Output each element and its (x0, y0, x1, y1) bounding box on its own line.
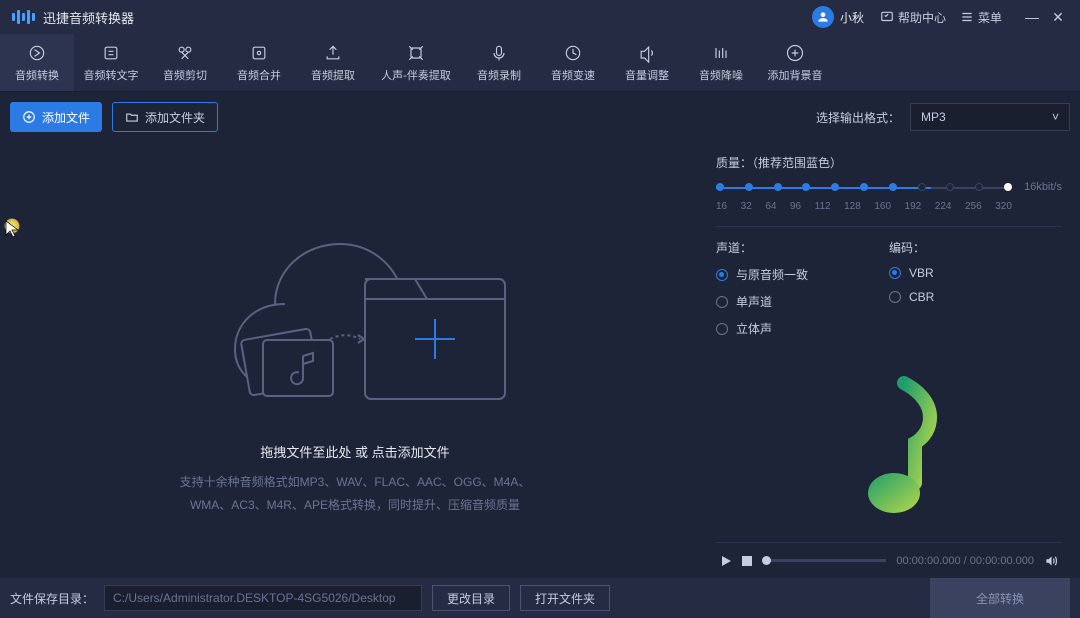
tool-icon (711, 43, 731, 63)
radio-icon (889, 267, 901, 279)
minimize-button[interactable]: — (1022, 9, 1042, 25)
encoding-group: 编码： VBR CBR (889, 239, 1062, 347)
tool-label: 音频剪切 (163, 67, 207, 83)
radio-icon (716, 323, 728, 335)
tool-2[interactable]: 音频剪切 (148, 34, 222, 91)
tool-icon (249, 43, 269, 63)
menu-label: 菜单 (978, 9, 1002, 26)
main-toolbar: 音频转换 音频转文字 音频剪切 音频合并 音频提取 人声-伴奏提取 音频录制 音频变速 音量调整… (0, 34, 1080, 92)
tool-8[interactable]: 音量调整 (610, 34, 684, 91)
output-dir-label: 文件保存目录： (10, 590, 94, 607)
close-button[interactable]: ✕ (1048, 9, 1068, 26)
add-file-button[interactable]: 添加文件 (10, 102, 102, 132)
radio-icon (716, 296, 728, 308)
tool-icon (637, 43, 657, 63)
tool-label: 音频提取 (311, 67, 355, 83)
tool-9[interactable]: 音频降噪 (684, 34, 758, 91)
user-avatar[interactable] (812, 6, 834, 28)
app-title: 迅捷音频转换器 (43, 8, 134, 27)
tool-4[interactable]: 音频提取 (296, 34, 370, 91)
drop-formats: 支持十余种音频格式如MP3、WAV、FLAC、AAC、OGG、M4A、 WMA、… (180, 471, 531, 517)
sub-toolbar: 添加文件 添加文件夹 选择输出格式： MP3 ˅ (0, 92, 1080, 142)
quality-slider[interactable]: 16kbit/s (716, 179, 1062, 197)
encoding-option-0[interactable]: VBR (889, 266, 1062, 280)
tool-icon (563, 43, 583, 63)
radio-icon (889, 291, 901, 303)
radio-label: CBR (909, 290, 934, 304)
menu-button[interactable]: 菜单 (960, 9, 1002, 26)
tool-label: 添加背景音 (768, 67, 823, 83)
output-format-select[interactable]: MP3 ˅ (910, 103, 1070, 131)
tool-label: 音频录制 (477, 67, 521, 83)
tool-icon (489, 43, 509, 63)
quality-label: 质量：（推荐范围蓝色） (716, 154, 1062, 171)
play-button[interactable] (720, 555, 732, 567)
settings-panel: 质量：（推荐范围蓝色） 16kbit/s 1632649611212816019… (710, 142, 1080, 578)
tool-label: 音量调整 (625, 67, 669, 83)
help-center-button[interactable]: 帮助中心 (880, 9, 946, 26)
tool-icon (323, 43, 343, 63)
tool-0[interactable]: 音频转换 (0, 34, 74, 91)
open-folder-button[interactable]: 打开文件夹 (520, 585, 610, 611)
audio-preview (716, 353, 1062, 542)
encoding-title: 编码： (889, 239, 1062, 256)
title-bar: 迅捷音频转换器 小秋 帮助中心 菜单 — ✕ (0, 0, 1080, 34)
tool-icon (101, 43, 121, 63)
help-label: 帮助中心 (898, 9, 946, 26)
radio-icon (716, 269, 728, 281)
volume-button[interactable] (1044, 554, 1058, 568)
progress-bar[interactable] (762, 559, 886, 562)
drop-zone[interactable]: 拖拽文件至此处 或 点击添加文件 支持十余种音频格式如MP3、WAV、FLAC、… (0, 142, 710, 578)
time-display: 00:00:00.000 / 00:00:00.000 (896, 555, 1034, 567)
channel-option-2[interactable]: 立体声 (716, 320, 889, 337)
tool-label: 音频转换 (15, 67, 59, 83)
encoding-option-1[interactable]: CBR (889, 290, 1062, 304)
quality-ticks: 16326496112128160192224256320 (716, 201, 1062, 212)
chevron-down-icon: ˅ (1052, 110, 1059, 124)
channel-option-0[interactable]: 与原音频一致 (716, 266, 889, 283)
tool-6[interactable]: 音频录制 (462, 34, 536, 91)
tool-icon (785, 43, 805, 63)
tool-5[interactable]: 人声-伴奏提取 (370, 34, 462, 91)
tool-icon (27, 43, 47, 63)
tool-icon (406, 43, 426, 63)
tool-icon (175, 43, 195, 63)
channel-title: 声道： (716, 239, 889, 256)
output-format-value: MP3 (921, 110, 946, 124)
app-logo-icon (12, 10, 35, 24)
radio-label: 立体声 (736, 320, 772, 337)
stop-button[interactable] (742, 556, 752, 566)
tool-label: 人声-伴奏提取 (381, 67, 451, 83)
drop-instruction: 拖拽文件至此处 或 点击添加文件 (260, 442, 449, 461)
main-area: 拖拽文件至此处 或 点击添加文件 支持十余种音频格式如MP3、WAV、FLAC、… (0, 142, 1080, 578)
add-folder-label: 添加文件夹 (145, 109, 205, 126)
radio-label: VBR (909, 266, 934, 280)
output-dir-input[interactable]: C:/Users/Administrator.DESKTOP-4SG5026/D… (104, 585, 422, 611)
channel-group: 声道： 与原音频一致单声道立体声 (716, 239, 889, 347)
tool-10[interactable]: 添加背景音 (758, 34, 832, 91)
tool-label: 音频转文字 (84, 67, 139, 83)
change-dir-button[interactable]: 更改目录 (432, 585, 510, 611)
username[interactable]: 小秋 (840, 9, 864, 26)
tool-1[interactable]: 音频转文字 (74, 34, 148, 91)
tool-label: 音频变速 (551, 67, 595, 83)
channel-option-1[interactable]: 单声道 (716, 293, 889, 310)
add-file-label: 添加文件 (42, 109, 90, 126)
music-note-icon (829, 373, 949, 523)
quality-unit: 16kbit/s (1024, 181, 1062, 193)
tool-label: 音频合并 (237, 67, 281, 83)
radio-label: 单声道 (736, 293, 772, 310)
tool-3[interactable]: 音频合并 (222, 34, 296, 91)
footer-bar: 文件保存目录： C:/Users/Administrator.DESKTOP-4… (0, 578, 1080, 618)
drop-illustration (175, 204, 535, 424)
add-folder-button[interactable]: 添加文件夹 (112, 102, 218, 132)
tool-7[interactable]: 音频变速 (536, 34, 610, 91)
radio-label: 与原音频一致 (736, 266, 808, 283)
output-format-label: 选择输出格式： (816, 109, 900, 126)
tool-label: 音频降噪 (699, 67, 743, 83)
audio-player: 00:00:00.000 / 00:00:00.000 (716, 542, 1062, 578)
convert-all-button[interactable]: 全部转换 (930, 578, 1070, 618)
